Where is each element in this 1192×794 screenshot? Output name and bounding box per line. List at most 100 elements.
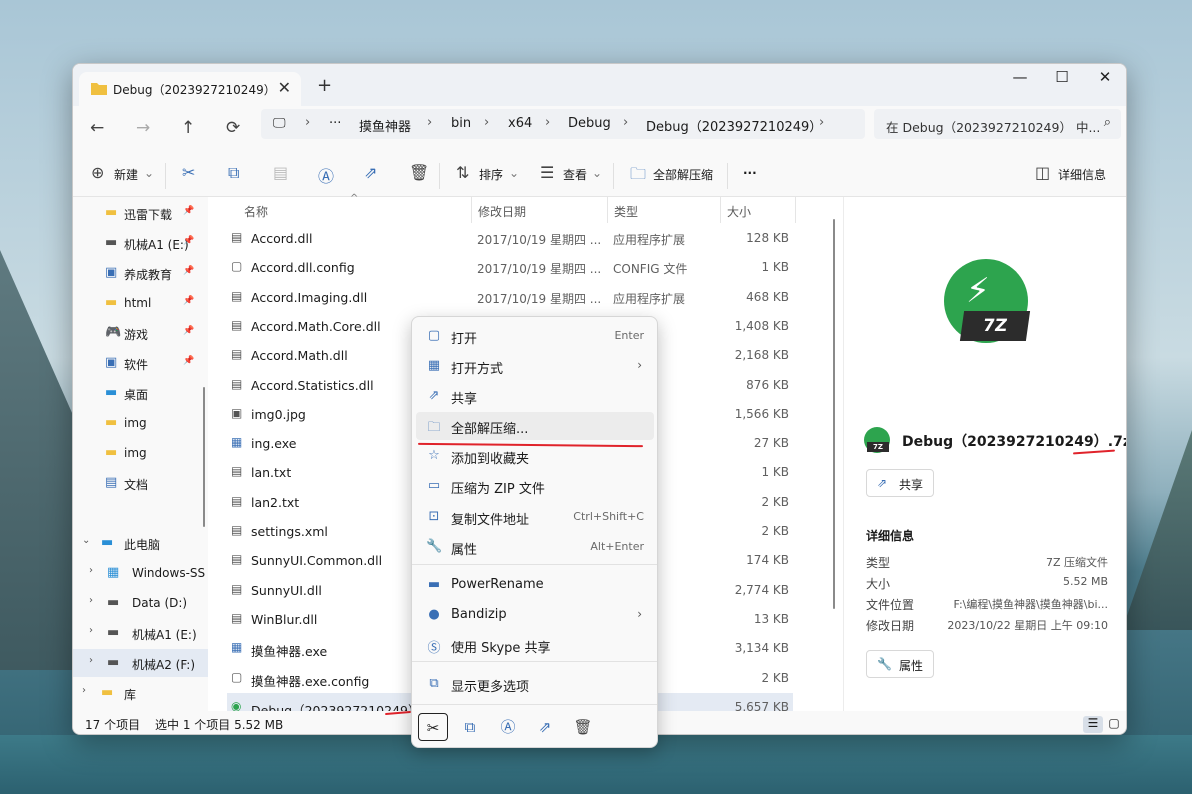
sidebar-item[interactable]: ▣ 养成教育 📌	[73, 259, 208, 287]
item-count: 17 个项目	[85, 718, 141, 732]
copy-icon[interactable]: ⧉	[455, 713, 485, 741]
breadcrumb-item[interactable]: Debug（2023927210249）	[646, 116, 822, 135]
context-menu-item[interactable]: ▭ 压缩为 ZIP 文件	[416, 472, 654, 500]
context-menu-label: PowerRename	[451, 577, 544, 592]
address-bar[interactable]: 🖵 › ··· 摸鱼神器 › bin › x64 › Debug › Debug…	[261, 109, 865, 139]
sidebar-item[interactable]: ▬ img	[73, 439, 208, 467]
new-button[interactable]: 新建	[114, 166, 138, 183]
chevron-right-icon[interactable]: ›	[89, 565, 93, 576]
file-icon: ▤	[231, 581, 243, 596]
tab-close-button[interactable]: ✕	[278, 78, 291, 97]
paste-icon[interactable]: ▤	[273, 163, 288, 182]
copy-icon[interactable]: ⧉	[228, 163, 239, 183]
sidebar-item[interactable]: ▬ html 📌	[73, 289, 208, 317]
file-icon: ▤	[231, 347, 243, 362]
sidebar-item[interactable]: ▬ 机械A1 (E:) 📌	[73, 229, 208, 257]
tiles-view-icon[interactable]: ▢	[1104, 716, 1124, 733]
sidebar-item-drive[interactable]: › ▬ 机械A1 (E:)	[73, 619, 208, 647]
details-share-button[interactable]: ⇗ 共享	[866, 469, 934, 497]
sidebar-item[interactable]: 🎮 游戏 📌	[73, 319, 208, 347]
sidebar-item-drive[interactable]: › ▬ 机械A2 (F:)	[73, 649, 208, 677]
sidebar-item[interactable]: ▣ 软件 📌	[73, 349, 208, 377]
background-hill	[1122, 430, 1192, 630]
breadcrumb-item[interactable]: x64	[508, 116, 532, 131]
context-menu-label: 使用 Skype 共享	[451, 641, 551, 656]
search-box[interactable]: 在 Debug（2023927210249） 中... ⌕	[874, 109, 1121, 139]
column-header-name[interactable]: 名称	[244, 203, 268, 220]
context-menu-item[interactable]: ● Bandizip ›	[416, 601, 654, 629]
sidebar-item[interactable]: ▤ 文档	[73, 469, 208, 497]
sidebar-item[interactable]: ▬ img	[73, 409, 208, 437]
sidebar-item-library[interactable]: › ▬ 库	[73, 679, 208, 707]
chevron-down-icon[interactable]: ⌄	[82, 535, 90, 546]
extract-all-button[interactable]: 全部解压缩	[653, 166, 713, 183]
chevron-right-icon[interactable]: ›	[82, 685, 86, 696]
file-name: lan2.txt	[251, 494, 300, 510]
chevron-right-icon[interactable]: ›	[89, 655, 93, 666]
breadcrumb-item[interactable]: 摸鱼神器	[359, 116, 411, 135]
context-menu-item[interactable]: ▦ 打开方式 ›	[416, 352, 654, 380]
delete-icon[interactable]: 🗑	[409, 163, 429, 182]
file-row[interactable]: ▤ Accord.Imaging.dll 2017/10/19 星期四 ... 应用程…	[227, 283, 793, 312]
column-header-date[interactable]: 修改日期	[478, 203, 526, 220]
back-button[interactable]: ←	[90, 118, 104, 138]
cut-icon[interactable]: ✂	[418, 713, 448, 741]
up-button[interactable]: ↑	[181, 118, 195, 138]
file-size: 27 KB	[753, 436, 789, 451]
sidebar-item[interactable]: ▬ 桌面	[73, 379, 208, 407]
file-row[interactable]: ▢ Accord.dll.config 2017/10/19 星期四 ... CONF…	[227, 253, 793, 282]
sidebar-item-drive[interactable]: › ▬ Data (D:)	[73, 589, 208, 617]
close-window-button[interactable]: ✕	[1085, 68, 1125, 86]
share-icon[interactable]: ⇗	[530, 713, 560, 741]
more-options-button[interactable]: ···	[743, 166, 757, 180]
new-tab-button[interactable]: +	[317, 75, 332, 96]
chevron-right-icon[interactable]: ›	[89, 595, 93, 606]
column-header-size[interactable]: 大小	[727, 203, 751, 220]
forward-button[interactable]: →	[136, 118, 150, 138]
file-icon: ▤	[231, 288, 243, 303]
open-with-icon: ▦	[427, 358, 441, 373]
delete-icon[interactable]: 🗑	[568, 713, 598, 741]
context-menu-item[interactable]: 🔧 属性 Alt+Enter	[416, 533, 654, 561]
minimize-button[interactable]: —	[1000, 68, 1040, 86]
sidebar-scrollbar[interactable]	[203, 387, 205, 527]
details-pane-button[interactable]: 详细信息	[1058, 166, 1106, 183]
breadcrumb-item[interactable]: bin	[451, 116, 471, 131]
context-menu-item[interactable]: ⊡ 复制文件地址 Ctrl+Shift+C	[416, 503, 654, 531]
column-header-type[interactable]: 类型	[614, 203, 638, 220]
maximize-button[interactable]: ☐	[1042, 68, 1082, 86]
context-menu-item[interactable]: Ⓢ 使用 Skype 共享	[416, 631, 654, 659]
file-name: 摸鱼神器.exe	[251, 644, 328, 660]
breadcrumb-item[interactable]: Debug	[568, 116, 611, 131]
view-button[interactable]: 查看	[563, 166, 587, 183]
context-menu-item[interactable]: ▢ 打开 Enter	[416, 322, 654, 350]
tab-current[interactable]: Debug（2023927210249） ✕	[79, 72, 301, 106]
file-name: 摸鱼神器.exe.config	[251, 673, 370, 689]
context-menu-item[interactable]: 🗀 全部解压缩...	[416, 412, 654, 440]
gamepad-icon: 🎮	[105, 325, 122, 340]
cut-icon[interactable]: ✂	[182, 163, 195, 182]
drive-icon: ▬	[107, 595, 120, 610]
refresh-button[interactable]: ⟳	[226, 118, 240, 138]
details-properties-button[interactable]: 🔧 属性	[866, 650, 934, 678]
sidebar-item[interactable]: ▬ 迅雷下载 📌	[73, 199, 208, 227]
file-name: Accord.Statistics.dll	[251, 377, 374, 393]
share-icon[interactable]: ⇗	[364, 163, 377, 182]
file-list-scrollbar[interactable]	[833, 219, 835, 609]
rename-icon[interactable]: Ⓐ	[318, 163, 334, 187]
sidebar-item-this-pc[interactable]: ⌄ ▬ 此电脑	[73, 529, 208, 557]
sort-button[interactable]: 排序	[479, 166, 503, 183]
context-menu-item[interactable]: ⇗ 共享	[416, 382, 654, 410]
sidebar-item-drive[interactable]: › ▦ Windows-SS	[73, 559, 208, 587]
context-menu-shortcut: Enter	[614, 329, 644, 342]
details-view-icon[interactable]: ☰	[1083, 716, 1103, 733]
chevron-right-icon[interactable]: ›	[89, 625, 93, 636]
file-row[interactable]: ▤ Accord.dll 2017/10/19 星期四 ... 应用程序扩展 128 K…	[227, 224, 793, 253]
context-menu-item[interactable]: ⧉ 显示更多选项	[416, 670, 654, 698]
rename-icon[interactable]: Ⓐ	[493, 713, 523, 741]
wrench-icon: 🔧	[877, 657, 892, 671]
context-menu-item[interactable]: ▬ PowerRename	[416, 571, 654, 599]
breadcrumb-more[interactable]: ···	[329, 116, 341, 131]
file-icon: ▢	[231, 669, 243, 684]
search-input[interactable]: 在 Debug（2023927210249） 中...	[886, 117, 1100, 136]
